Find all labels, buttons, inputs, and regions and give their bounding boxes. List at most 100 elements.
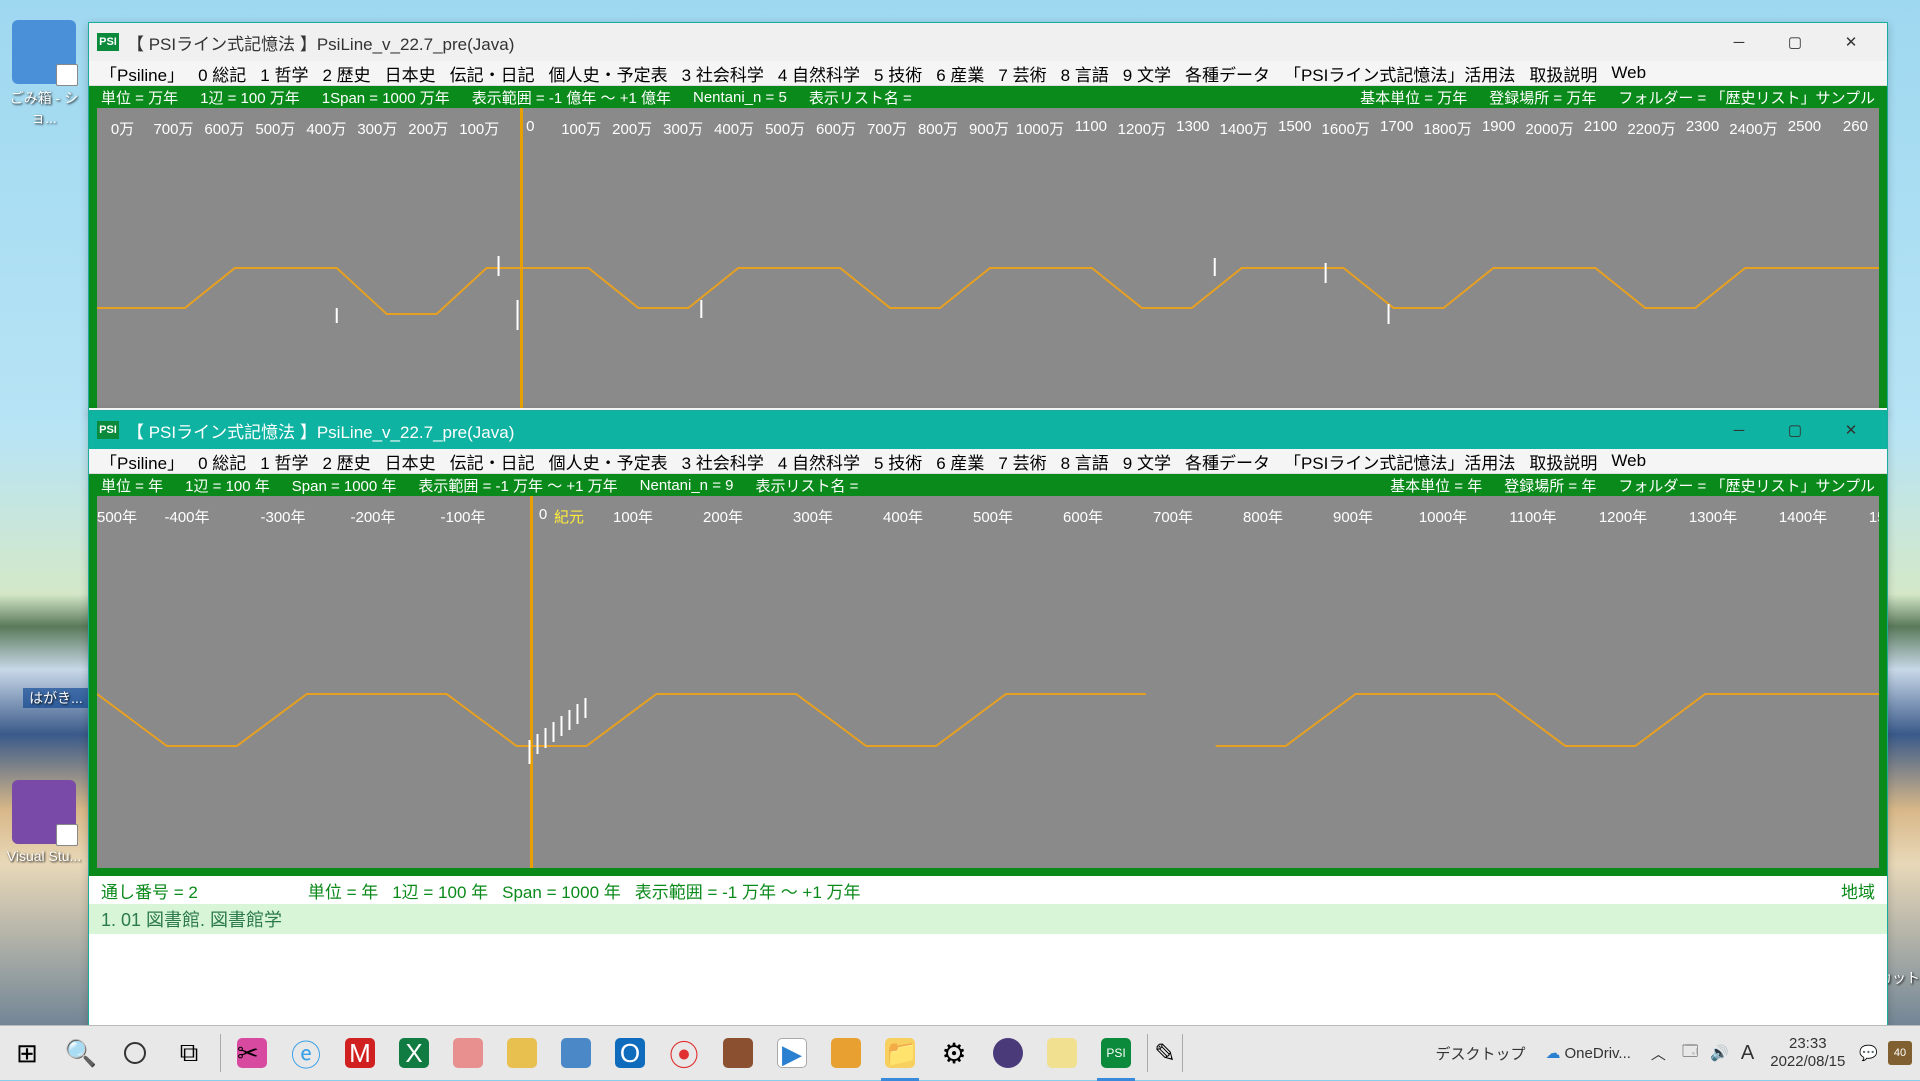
menu-item-2[interactable]: 1 哲学 (253, 449, 315, 474)
excel-icon[interactable]: X (387, 1026, 441, 1081)
tray-chevron[interactable]: ︿ (1641, 1026, 1676, 1081)
desktop-icon-recycle[interactable]: ごみ箱 - ショ... (0, 20, 88, 128)
menu-item-5[interactable]: 伝記・日記 (443, 61, 542, 86)
menu-item-15[interactable]: 「PSIライン式記憶法」活用法 (1277, 449, 1522, 474)
explorer-icon[interactable]: 📁 (873, 1026, 927, 1081)
media-icon[interactable]: ▶ (765, 1026, 819, 1081)
close-button[interactable]: ✕ (1823, 23, 1879, 61)
info-baseunit: 基本単位 = 年 (1390, 475, 1482, 496)
close-button[interactable]: ✕ (1823, 411, 1879, 449)
app-icon-5[interactable] (819, 1026, 873, 1081)
menu-item-12[interactable]: 8 言語 (1054, 61, 1116, 86)
action-center-icon[interactable]: 💬 (1855, 1026, 1882, 1081)
menu-item-13[interactable]: 9 文学 (1116, 61, 1178, 86)
desktop-icon-hagaki[interactable]: はがき... (23, 688, 89, 708)
battery-icon[interactable]: 🗔 (1676, 1026, 1704, 1081)
maximize-button[interactable]: ▢ (1767, 23, 1823, 61)
menu-item-8[interactable]: 4 自然科学 (771, 61, 867, 86)
timeline-canvas[interactable]: 500年-400年-300年-200年-100年0紀元100年200年300年4… (89, 496, 1887, 868)
menu-item-17[interactable]: Web (1604, 451, 1653, 471)
status-bar: 通し番号 = 2 単位 = 年 1辺 = 100 年 Span = 1000 年… (89, 876, 1887, 904)
canvas-border-bottom (89, 868, 1887, 876)
window-title: 【 PSIライン式記憶法 】PsiLine_v_22.7_pre(Java) (127, 418, 514, 443)
app-icon-4[interactable] (711, 1026, 765, 1081)
menu-item-11[interactable]: 7 芸術 (991, 61, 1053, 86)
clock[interactable]: 23:33 2022/08/15 (1760, 1035, 1855, 1071)
ie-icon[interactable]: ⓔ (279, 1026, 333, 1081)
menu-item-5[interactable]: 伝記・日記 (443, 449, 542, 474)
menu-item-6[interactable]: 個人史・予定表 (542, 449, 675, 474)
menu-item-15[interactable]: 「PSIライン式記憶法」活用法 (1277, 61, 1522, 86)
menu-item-14[interactable]: 各種データ (1178, 61, 1277, 86)
recycle-bin-icon (12, 20, 76, 84)
pen-icon[interactable]: ✎ (1152, 1026, 1178, 1081)
timeline-canvas[interactable]: 0万700万600万500万400万300万200万100万0100万200万3… (89, 108, 1887, 408)
maps-icon[interactable]: ⦿ (657, 1026, 711, 1081)
desktop-icon-vs[interactable]: Visual Stu... (0, 780, 88, 864)
eclipse-icon[interactable] (981, 1026, 1035, 1081)
psiline-taskbar-icon[interactable]: PSI (1089, 1026, 1143, 1081)
start-button[interactable]: ⊞ (0, 1026, 54, 1081)
menu-item-3[interactable]: 2 歴史 (315, 61, 377, 86)
app-icon: PSI (97, 421, 119, 439)
app-icon-1[interactable] (441, 1026, 495, 1081)
menu-item-8[interactable]: 4 自然科学 (771, 449, 867, 474)
notification-badge[interactable]: 40 (1888, 1041, 1912, 1065)
outlook-icon[interactable]: O (603, 1026, 657, 1081)
menu-item-4[interactable]: 日本史 (378, 61, 443, 86)
menu-item-7[interactable]: 3 社会科学 (675, 61, 771, 86)
minimize-button[interactable]: ─ (1711, 411, 1767, 449)
menu-item-0[interactable]: 「Psiline」 (93, 61, 191, 86)
app-icon-2[interactable] (495, 1026, 549, 1081)
menu-item-1[interactable]: 0 総記 (191, 449, 253, 474)
menu-item-13[interactable]: 9 文学 (1116, 449, 1178, 474)
menu-item-4[interactable]: 日本史 (378, 449, 443, 474)
separator (1147, 1034, 1148, 1072)
menu-item-10[interactable]: 6 産業 (929, 61, 991, 86)
menu-item-10[interactable]: 6 産業 (929, 449, 991, 474)
info-nentani: Nentani_n = 9 (640, 477, 734, 494)
menu-item-3[interactable]: 2 歴史 (315, 449, 377, 474)
snip-icon[interactable]: ✂ (225, 1026, 279, 1081)
status-edge: 1辺 = 100 年 (392, 878, 488, 903)
onedrive-tray[interactable]: ☁OneDriv... (1536, 1026, 1641, 1081)
maximize-button[interactable]: ▢ (1767, 411, 1823, 449)
menu-item-16[interactable]: 取扱説明 (1522, 449, 1604, 474)
info-bar: 単位 = 年 1辺 = 100 年 Span = 1000 年 表示範囲 = -… (89, 474, 1887, 496)
window-psiline-1: PSI 【 PSIライン式記憶法 】PsiLine_v_22.7_pre(Jav… (88, 22, 1888, 414)
search-button[interactable]: 🔍 (54, 1026, 108, 1081)
window-title: 【 PSIライン式記憶法 】PsiLine_v_22.7_pre(Java) (127, 30, 514, 55)
menu-item-12[interactable]: 8 言語 (1054, 449, 1116, 474)
titlebar[interactable]: PSI 【 PSIライン式記憶法 】PsiLine_v_22.7_pre(Jav… (89, 23, 1887, 61)
task-view-button[interactable]: ⧉ (162, 1026, 216, 1081)
menu-item-16[interactable]: 取扱説明 (1522, 61, 1604, 86)
menu-item-17[interactable]: Web (1604, 63, 1653, 83)
menu-item-0[interactable]: 「Psiline」 (93, 449, 191, 474)
menu-item-7[interactable]: 3 社会科学 (675, 449, 771, 474)
info-regloc: 登録場所 = 年 (1504, 475, 1596, 496)
volume-icon[interactable]: 🔊 (1704, 1026, 1735, 1081)
menu-item-9[interactable]: 5 技術 (867, 449, 929, 474)
mcafee-icon[interactable]: M (333, 1026, 387, 1081)
menu-item-11[interactable]: 7 芸術 (991, 449, 1053, 474)
titlebar[interactable]: PSI 【 PSIライン式記憶法 】PsiLine_v_22.7_pre(Jav… (89, 411, 1887, 449)
clock-time: 23:33 (1770, 1035, 1845, 1053)
menu-item-14[interactable]: 各種データ (1178, 449, 1277, 474)
cortana-button[interactable] (108, 1026, 162, 1081)
settings-icon[interactable]: ⚙ (927, 1026, 981, 1081)
minimize-button[interactable]: ─ (1711, 23, 1767, 61)
menu-item-6[interactable]: 個人史・予定表 (542, 61, 675, 86)
menu-item-2[interactable]: 1 哲学 (253, 61, 315, 86)
desktop-icon-label: Visual Stu... (0, 848, 88, 864)
notes-icon[interactable] (1035, 1026, 1089, 1081)
ime-indicator[interactable]: A (1735, 1026, 1760, 1081)
info-unit: 単位 = 万年 (101, 87, 178, 108)
menu-item-9[interactable]: 5 技術 (867, 61, 929, 86)
info-listname: 表示リスト名 = (755, 475, 858, 496)
app-icon-3[interactable] (549, 1026, 603, 1081)
separator (220, 1034, 221, 1072)
menu-item-1[interactable]: 0 総記 (191, 61, 253, 86)
visual-studio-icon (12, 780, 76, 844)
status-region: 地域 (1841, 878, 1875, 903)
desktop-toolbar[interactable]: デスクトップ (1426, 1026, 1536, 1081)
